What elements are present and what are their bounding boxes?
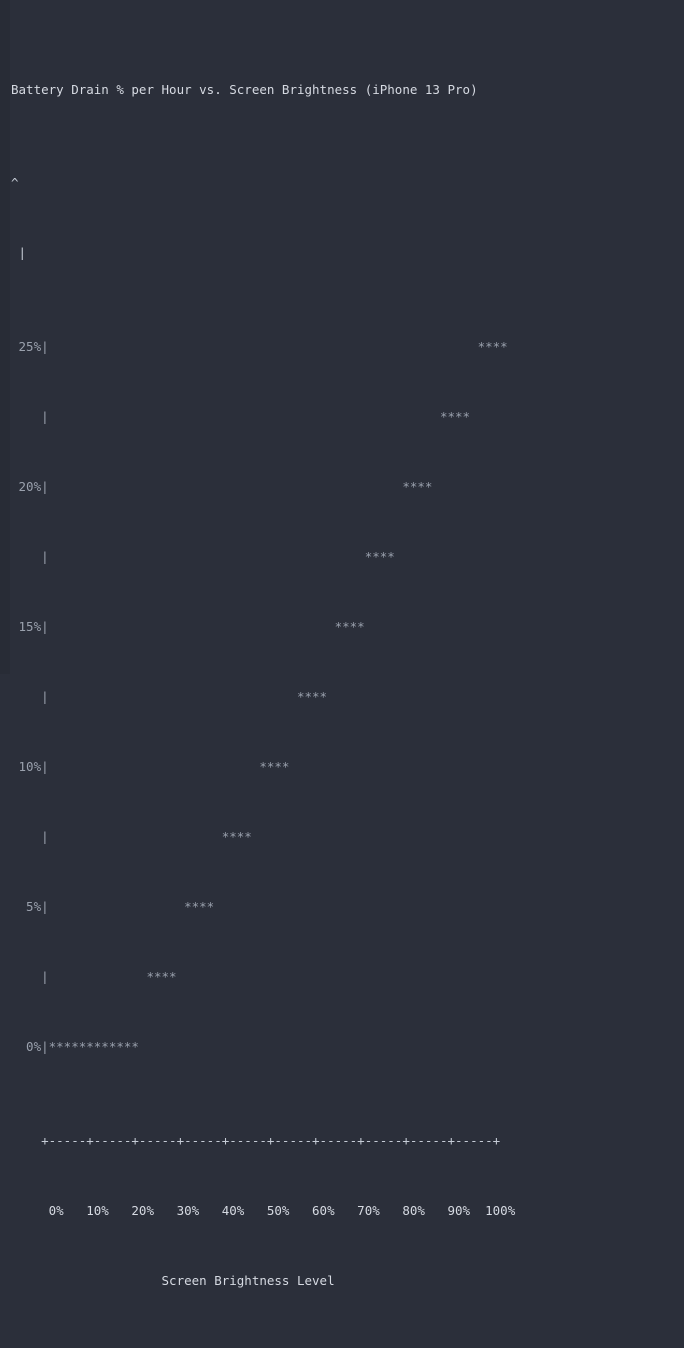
chart-row-blank-3: | **** bbox=[11, 688, 328, 704]
terminal-content: Battery Drain % per Hour vs. Screen Brig… bbox=[11, 8, 684, 1348]
chart-row-20: 20%| **** bbox=[11, 478, 433, 494]
chart-row-25: 25%| **** bbox=[11, 338, 508, 354]
chart-row-blank-5: | **** bbox=[11, 969, 177, 985]
y-axis-top-bar: | bbox=[11, 245, 27, 261]
x-axis-tick-labels: 0% 10% 20% 30% 40% 50% 60% 70% 80% 90% 1… bbox=[11, 1202, 516, 1218]
chart-title: Battery Drain % per Hour vs. Screen Brig… bbox=[11, 82, 478, 98]
chart-row-15: 15%| **** bbox=[11, 618, 365, 634]
chart-row-0: 0%|************ bbox=[11, 1039, 139, 1055]
chart-row-5: 5%| **** bbox=[11, 899, 215, 915]
y-axis-arrow: ^ bbox=[11, 175, 19, 191]
chart-row-blank-4: | **** bbox=[11, 829, 252, 845]
chart-row-blank-1: | **** bbox=[11, 408, 471, 424]
left-gutter bbox=[0, 0, 10, 674]
chart-row-10: 10%| **** bbox=[11, 759, 290, 774]
chart-row-blank-2: | **** bbox=[11, 548, 395, 564]
x-axis-line: +-----+-----+-----+-----+-----+-----+---… bbox=[11, 1132, 501, 1148]
x-axis-label: Screen Brightness Level bbox=[11, 1272, 335, 1288]
ascii-chart-terminal: Battery Drain % per Hour vs. Screen Brig… bbox=[0, 0, 684, 1288]
